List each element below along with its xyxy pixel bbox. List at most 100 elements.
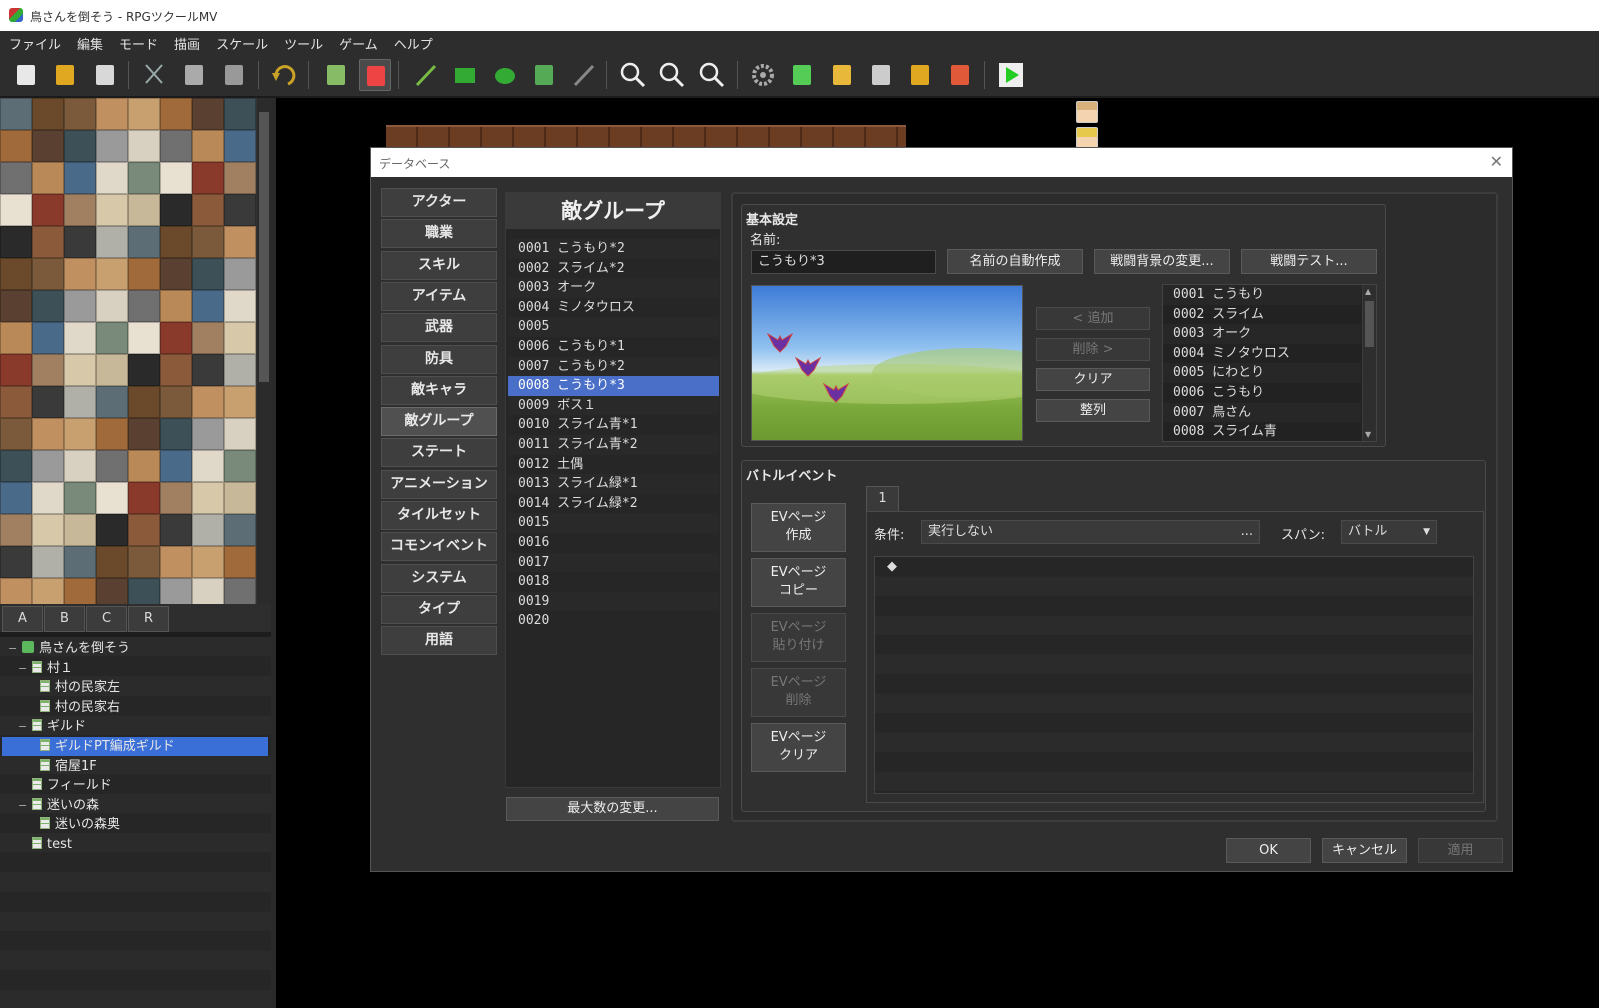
tile[interactable] [64,226,96,258]
paste-icon[interactable] [218,59,250,91]
tile[interactable] [0,130,32,162]
tile[interactable] [96,226,128,258]
tile[interactable] [224,226,256,258]
tile[interactable] [32,130,64,162]
tile[interactable] [32,578,64,604]
tile[interactable] [224,130,256,162]
map-tree-item[interactable]: − 村１ [18,659,73,678]
troop-list-row[interactable]: 0015 [508,513,719,533]
troop-list-row[interactable]: 0014 スライム緑*2 [508,494,719,514]
tile-palette-scrollbar[interactable] [257,98,271,604]
tile[interactable] [128,226,160,258]
actor-event-icon[interactable] [1076,101,1098,123]
plugin-manager-icon[interactable] [786,59,818,91]
tile[interactable] [64,98,96,130]
tile[interactable] [224,482,256,514]
event-page-button[interactable]: EVページ 削除 [751,668,846,717]
troop-list-row[interactable]: 0002 スライム*2 [508,259,719,279]
tile[interactable] [64,130,96,162]
battle-preview[interactable] [751,285,1023,441]
remove-enemy-button[interactable]: 削除 > [1036,338,1150,361]
tile[interactable] [96,386,128,418]
tile[interactable] [96,514,128,546]
bat-enemy-sprite[interactable] [822,382,850,404]
tile[interactable] [0,450,32,482]
troop-list-row[interactable]: 0005 [508,317,719,337]
tile[interactable] [160,226,192,258]
tile[interactable] [96,290,128,322]
category-button[interactable]: 敵グループ [381,407,497,437]
tile[interactable] [32,546,64,578]
copy-icon[interactable] [178,59,210,91]
fill-icon[interactable] [528,59,560,91]
map-tree-item[interactable]: − 迷いの森 [18,796,99,815]
troop-list-row[interactable]: 0017 [508,552,719,573]
tile[interactable] [128,354,160,386]
rectangle-icon[interactable] [449,59,481,91]
tile[interactable] [64,578,96,604]
tile[interactable] [64,482,96,514]
enemy-list-row[interactable]: 0003 オーク [1163,324,1361,344]
category-button[interactable]: 敵キャラ [381,375,497,405]
scroll-down-icon[interactable]: ▼ [1365,430,1371,439]
troop-name-input[interactable]: こうもり*3 [751,250,936,274]
new-project-icon[interactable] [10,59,42,91]
tile[interactable] [192,514,224,546]
tile[interactable] [192,194,224,226]
scroll-up-icon[interactable]: ▲ [1365,287,1371,296]
category-button[interactable]: アクター [381,188,497,217]
menu-item[interactable]: モード [110,31,165,53]
tile[interactable] [128,322,160,354]
collapse-icon[interactable]: − [18,717,27,736]
category-button[interactable]: コモンイベント [381,532,497,562]
menu-item[interactable]: 編集 [68,31,110,53]
tile[interactable] [0,514,32,546]
tile[interactable] [192,258,224,290]
tile[interactable] [32,98,64,130]
scrollbar-thumb[interactable] [1365,301,1374,347]
tile[interactable] [224,450,256,482]
tile[interactable] [96,354,128,386]
tile[interactable] [192,162,224,194]
tile[interactable] [0,290,32,322]
troop-list-row[interactable]: 0010 スライム青*1 [508,415,719,435]
map-tree-item[interactable]: 村の民家左 [40,678,120,697]
tile[interactable] [32,514,64,546]
tile[interactable] [224,418,256,450]
tile[interactable] [224,354,256,386]
troop-list-row[interactable]: 0006 こうもり*1 [508,337,719,357]
menu-item[interactable]: スケール [207,31,275,53]
tile[interactable] [64,194,96,226]
event-searcher-icon[interactable] [865,59,897,91]
troop-list-row[interactable]: 0018 [508,572,719,592]
tile[interactable] [128,258,160,290]
tile[interactable] [32,322,64,354]
troop-list-row[interactable]: 0012 土偶 [508,455,719,475]
tile[interactable] [64,162,96,194]
tile[interactable] [0,162,32,194]
category-button[interactable]: タイプ [381,594,497,624]
category-button[interactable]: 職業 [381,219,497,249]
tile[interactable] [32,258,64,290]
tile[interactable] [128,450,160,482]
ok-button[interactable]: OK [1226,838,1311,863]
tile[interactable] [192,322,224,354]
apply-button[interactable]: 適用 [1418,838,1503,863]
tile[interactable] [128,418,160,450]
tile[interactable] [32,418,64,450]
cancel-button[interactable]: キャンセル [1322,838,1407,863]
collapse-icon[interactable]: − [18,796,27,815]
enemy-list-row[interactable]: 0006 こうもり [1163,383,1361,403]
event-page-button[interactable]: EVページ 作成 [751,503,846,552]
category-button[interactable]: 用語 [381,626,497,656]
menu-item[interactable]: 描画 [165,31,207,53]
tileset-tab-c[interactable]: C [86,606,127,632]
tile[interactable] [64,354,96,386]
resource-manager-icon[interactable] [904,59,936,91]
tile[interactable] [64,450,96,482]
enemy-list-row[interactable]: 0007 鳥さん [1163,402,1361,423]
tile[interactable] [128,194,160,226]
enemy-list-row[interactable]: 0005 にわとり [1163,363,1361,383]
tile[interactable] [32,162,64,194]
tileset-tab-b[interactable]: B [44,606,85,632]
